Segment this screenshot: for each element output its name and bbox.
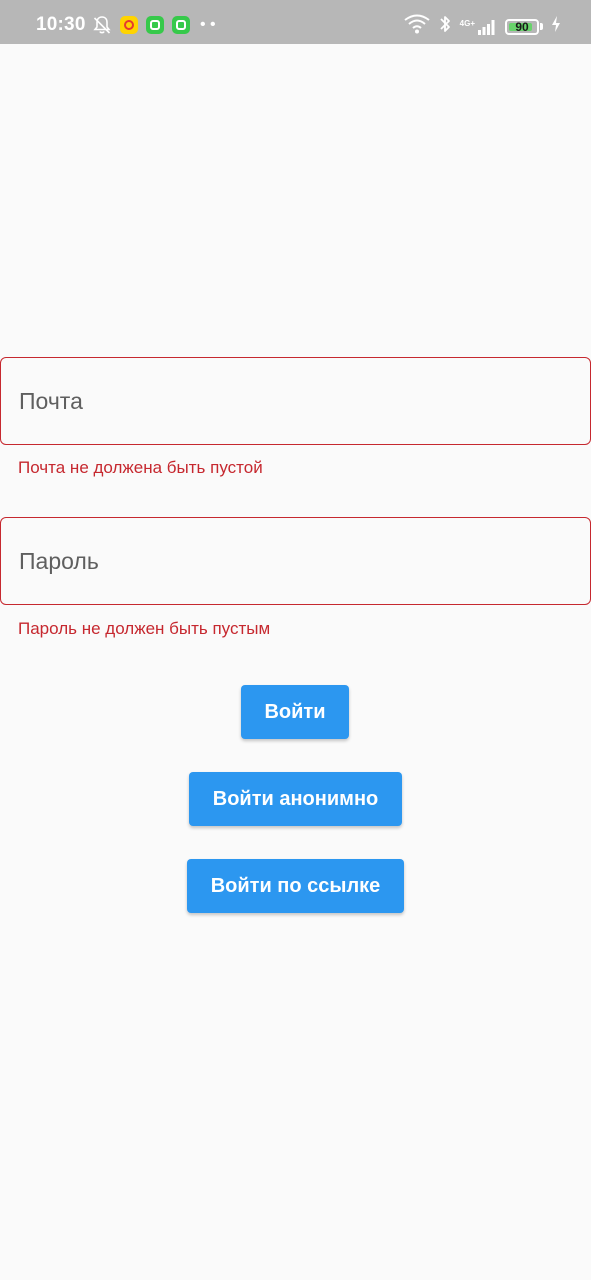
- bluetooth-icon: [438, 14, 452, 39]
- email-error-text: Почта не должена быть пустой: [18, 458, 263, 477]
- battery-icon: 90: [505, 18, 543, 35]
- charging-icon: [551, 15, 561, 38]
- battery-body: 90: [505, 18, 539, 35]
- email-field[interactable]: [0, 357, 591, 445]
- password-field[interactable]: [0, 517, 591, 605]
- notification-icons: • •: [92, 15, 216, 35]
- battery-level: 90: [515, 19, 529, 34]
- signal-icon: 4G+: [460, 19, 497, 35]
- app-icon: [146, 16, 164, 34]
- status-time: 10:30: [36, 14, 86, 35]
- app-icon: [172, 16, 190, 34]
- login-anonymous-button[interactable]: Войти анонимно: [189, 772, 402, 826]
- email-input[interactable]: [1, 358, 590, 444]
- wifi-icon: [404, 14, 430, 39]
- login-button[interactable]: Войти: [241, 685, 349, 739]
- password-error-text: Пароль не должен быть пустым: [18, 619, 271, 638]
- network-label: 4G+: [459, 18, 475, 28]
- bell-off-icon: [92, 15, 112, 35]
- app-icon: [120, 16, 138, 34]
- battery-tip: [540, 23, 543, 30]
- status-bar: 10:30 • • 4G+ 90: [0, 0, 591, 44]
- more-icon: • •: [200, 16, 216, 33]
- password-input[interactable]: [1, 518, 590, 604]
- system-icons: 4G+ 90: [404, 14, 561, 39]
- login-by-link-button[interactable]: Войти по ссылке: [187, 859, 404, 913]
